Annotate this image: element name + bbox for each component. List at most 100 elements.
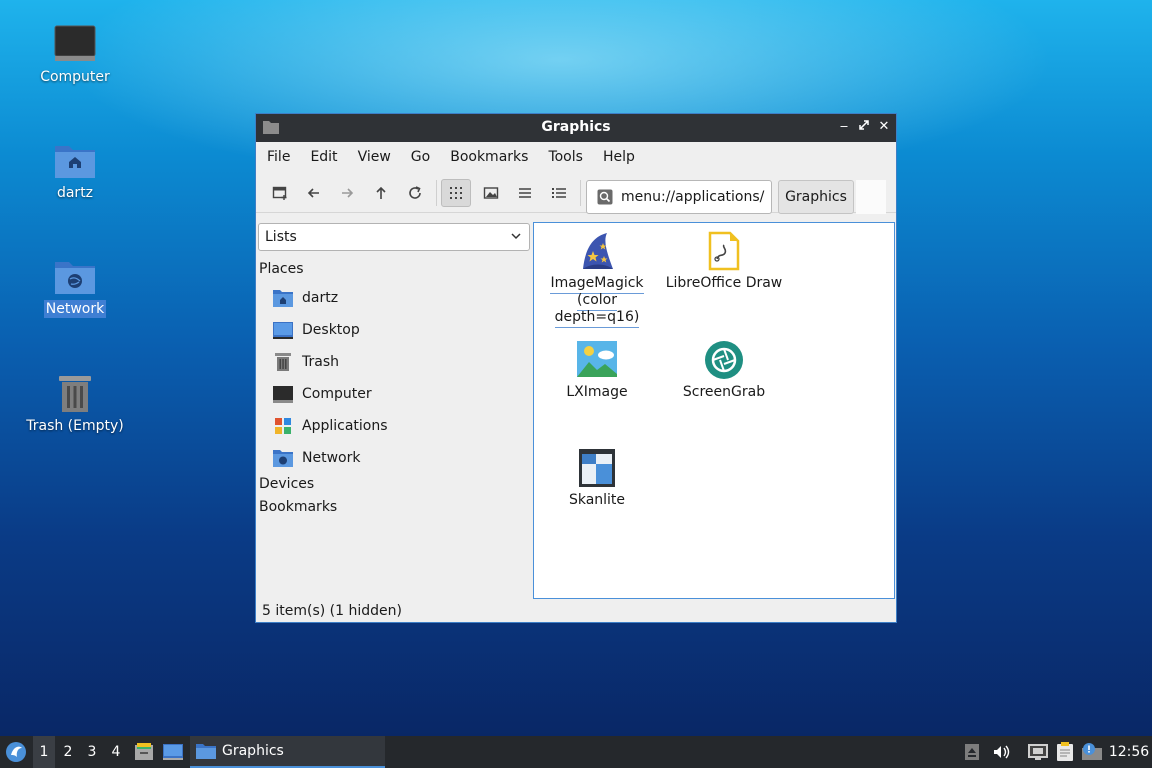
desktop-icon-label: Computer xyxy=(40,69,110,85)
chevron-down-icon xyxy=(511,233,521,240)
arrow-left-icon xyxy=(307,188,319,198)
sidebar-item-label: Applications xyxy=(302,418,388,434)
notification-tray-button[interactable] xyxy=(1080,736,1104,768)
taskbar-window-button[interactable]: Graphics xyxy=(190,736,385,768)
workspace-3[interactable]: 3 xyxy=(81,736,103,768)
start-menu-button[interactable] xyxy=(3,736,29,768)
side-pane: Lists Places dartz Desktop Trash Compute… xyxy=(256,222,532,602)
file-item[interactable]: ScreenGrab xyxy=(664,340,784,401)
network-folder-icon xyxy=(55,262,95,294)
desktop-icon-computer[interactable]: Computer xyxy=(15,24,135,86)
home-folder-icon xyxy=(273,290,293,307)
location-path: menu://applications/ xyxy=(621,189,765,205)
desktop-icon-label: Network xyxy=(43,300,107,318)
menu-tools[interactable]: Tools xyxy=(541,149,590,165)
file-name: LXImage xyxy=(566,384,628,400)
menu-file[interactable]: File xyxy=(260,149,297,165)
clipboard-icon xyxy=(1057,742,1073,761)
location-bar[interactable]: menu://applications/ xyxy=(586,180,772,214)
menu-help[interactable]: Help xyxy=(596,149,642,165)
workspace-4[interactable]: 4 xyxy=(105,736,127,768)
sidebar-item-label: Desktop xyxy=(302,322,360,338)
list-compact-icon xyxy=(519,188,531,198)
folder-content-view[interactable]: ImageMagick (color depth=q16) LibreOffic… xyxy=(533,222,895,599)
file-name: LibreOffice Draw xyxy=(665,275,783,291)
file-item[interactable]: Skanlite xyxy=(537,448,657,509)
menu-bookmarks[interactable]: Bookmarks xyxy=(443,149,535,165)
file-item[interactable]: LibreOffice Draw xyxy=(664,231,784,292)
window-titlebar[interactable]: Graphics ‒ ✕ xyxy=(256,114,896,142)
trash-icon xyxy=(275,353,291,371)
skanlite-icon xyxy=(579,449,615,487)
desktop-icon-network[interactable]: Network xyxy=(15,256,135,318)
network-tray-button[interactable] xyxy=(1026,736,1050,768)
sidebar-item-label: Trash xyxy=(302,354,339,370)
desktop-icon-label: dartz xyxy=(56,185,94,201)
desktop-icon-trash[interactable]: Trash (Empty) xyxy=(15,373,135,435)
home-folder-icon xyxy=(55,146,95,178)
file-item[interactable]: ImageMagick (color depth=q16) xyxy=(537,231,657,328)
sidebar-item-trash[interactable]: Trash xyxy=(272,348,339,376)
workspace-1[interactable]: 1 xyxy=(33,736,55,768)
sidebar-item-applications[interactable]: Applications xyxy=(272,412,388,440)
desktop-icon xyxy=(273,322,293,339)
devices-header[interactable]: Devices xyxy=(259,476,314,492)
network-folder-icon xyxy=(273,450,293,467)
forward-button[interactable] xyxy=(332,179,362,207)
volume-button[interactable] xyxy=(990,736,1012,768)
arrow-right-icon xyxy=(342,188,354,198)
back-button[interactable] xyxy=(299,179,329,207)
side-pane-mode-select[interactable]: Lists xyxy=(258,223,530,251)
bookmarks-header[interactable]: Bookmarks xyxy=(259,499,337,515)
imagemagick-icon xyxy=(583,233,613,269)
side-pane-mode-value: Lists xyxy=(265,229,297,245)
menu-edit[interactable]: Edit xyxy=(303,149,344,165)
sidebar-item-home[interactable]: dartz xyxy=(272,284,338,312)
quicklaunch-show-desktop[interactable] xyxy=(161,736,185,768)
menu-go[interactable]: Go xyxy=(404,149,437,165)
thumbnail-view-button[interactable] xyxy=(476,179,506,207)
new-tab-icon xyxy=(272,186,287,200)
sidebar-item-label: Network xyxy=(302,450,361,466)
menu-bar: File Edit View Go Bookmarks Tools Help xyxy=(256,142,896,172)
file-name: ImageMagick (color depth=q16) xyxy=(550,275,644,328)
clipboard-tray-button[interactable] xyxy=(1054,736,1076,768)
quicklaunch-file-manager[interactable] xyxy=(133,736,155,768)
compact-view-button[interactable] xyxy=(510,179,540,207)
libreoffice-draw-icon xyxy=(708,231,740,271)
file-name: Skanlite xyxy=(568,492,626,508)
trash-icon xyxy=(59,376,91,412)
new-tab-button[interactable] xyxy=(265,179,295,207)
reload-button[interactable] xyxy=(400,179,430,207)
menu-view[interactable]: View xyxy=(351,149,398,165)
sidebar-item-label: Computer xyxy=(302,386,372,402)
sidebar-item-label: dartz xyxy=(302,290,339,306)
file-manager-icon xyxy=(135,743,153,760)
toolbar-separator xyxy=(436,180,437,206)
file-manager-window: Graphics ‒ ✕ File Edit View Go Bookmarks… xyxy=(255,113,897,623)
sidebar-item-computer[interactable]: Computer xyxy=(272,380,372,408)
maximize-button[interactable] xyxy=(854,117,874,137)
clock[interactable]: 12:56 xyxy=(1108,736,1150,768)
places-header[interactable]: Places xyxy=(259,261,304,277)
volume-icon xyxy=(994,745,1010,759)
icon-view-button[interactable] xyxy=(441,179,471,207)
breadcrumb-graphics[interactable]: Graphics xyxy=(778,180,854,214)
detailed-view-button[interactable] xyxy=(544,179,574,207)
sidebar-item-desktop[interactable]: Desktop xyxy=(272,316,360,344)
desktop-icon-home[interactable]: dartz xyxy=(15,140,135,202)
folder-icon xyxy=(196,744,216,759)
tray-expand-button[interactable] xyxy=(962,736,982,768)
workspace-2[interactable]: 2 xyxy=(57,736,79,768)
grid-view-icon xyxy=(450,187,462,199)
search-icon xyxy=(597,189,613,205)
breadcrumb-area xyxy=(856,180,886,214)
file-item[interactable]: LXImage xyxy=(537,340,657,401)
window-title: Graphics xyxy=(541,119,611,135)
sidebar-item-network[interactable]: Network xyxy=(272,444,360,472)
reload-icon xyxy=(409,186,421,199)
close-button[interactable]: ✕ xyxy=(874,117,894,137)
minimize-button[interactable]: ‒ xyxy=(834,117,854,137)
taskbar: 1 2 3 4 Graphics 12:56 xyxy=(0,736,1152,768)
up-button[interactable] xyxy=(366,179,396,207)
